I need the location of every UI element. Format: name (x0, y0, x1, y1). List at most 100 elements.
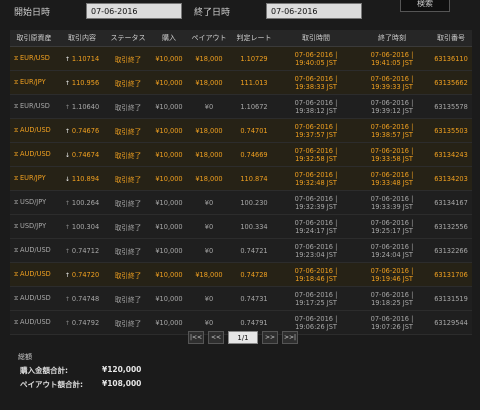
end-date-input[interactable]: 07-06-2016 (266, 3, 362, 19)
end-clock: 19:07:26 JST (371, 322, 413, 331)
end-date: 07-06-2016 | (370, 98, 414, 107)
trade-time-cell: 07-06-2016 | 19:32:39 JST (278, 190, 354, 215)
asset-cell: ⧖ AUD/USD (10, 286, 58, 311)
asset-cell: ⧖ AUD/USD (10, 238, 58, 263)
payout-cell: ¥18,000 (188, 262, 230, 287)
trade-time-cell: 07-06-2016 | 19:38:33 JST (278, 70, 354, 95)
trade-clock: 19:06:26 JST (295, 322, 337, 331)
trade-history-table-wrap: 取引原資産 取引内容 ステータス 購入 ペイアウト 判定レート 取引時間 終了時刻 取引番号 ⧖… (10, 30, 472, 335)
end-time-cell: 07-06-2016 | 19:18:25 JST (354, 286, 430, 311)
status-cell: 取引終了 (106, 262, 150, 287)
payout-cell: ¥18,000 (188, 142, 230, 167)
trade-detail-cell: ↑ 0.74792 (58, 310, 106, 335)
trade-detail-cell: ↓ 110.894 (58, 166, 106, 191)
status-cell: 取引終了 (106, 190, 150, 215)
arrow-up-icon: ↑ (64, 271, 70, 279)
table-row: ⧖ AUD/USD ↑ 0.74676 取引終了 ¥10,000 ¥18,000 0.7470… (10, 118, 472, 143)
first-page-button[interactable]: |<< (188, 331, 204, 344)
trade-time-cell: 07-06-2016 | 19:40:05 JST (278, 46, 354, 71)
asset-cell: ⧖ AUD/USD (10, 142, 58, 167)
column-header: 判定レート (230, 30, 278, 47)
asset-name: USD/JPY (20, 222, 47, 230)
trade-clock: 19:32:58 JST (295, 154, 337, 163)
trade-clock: 19:40:05 JST (295, 58, 337, 67)
payout-cell: ¥18,000 (188, 166, 230, 191)
trade-date: 07-06-2016 | (294, 146, 338, 155)
trade-date: 07-06-2016 | (294, 98, 338, 107)
column-header: 終了時刻 (354, 30, 430, 47)
status-cell: 取引終了 (106, 310, 150, 335)
page-number-input[interactable]: 1/1 (228, 331, 258, 344)
start-date-input[interactable]: 07-06-2016 (86, 3, 182, 19)
trade-id-cell: 63131706 (430, 262, 472, 287)
trade-detail-cell: ↑ 100.264 (58, 190, 106, 215)
table-row: ⧖ EUR/USD ↑ 1.10714 取引終了 ¥10,000 ¥18,000 1.1072… (10, 46, 472, 71)
status-cell: 取引終了 (106, 70, 150, 95)
status-cell: 取引終了 (106, 238, 150, 263)
closing-rate-cell: 100.334 (230, 214, 278, 239)
end-clock: 19:18:25 JST (371, 298, 413, 307)
closing-rate-cell: 0.74721 (230, 238, 278, 263)
table-row: ⧖ EUR/JPY ↑ 110.956 取引終了 ¥10,000 ¥18,000 111.01… (10, 70, 472, 95)
strike-rate: 0.74748 (71, 294, 100, 303)
trade-date: 07-06-2016 | (294, 242, 338, 251)
end-time-cell: 07-06-2016 | 19:39:33 JST (354, 70, 430, 95)
table-row: ⧖ AUD/USD ↑ 0.74748 取引終了 ¥10,000 ¥0 0.74731 07-0… (10, 286, 472, 311)
payout-cell: ¥0 (188, 94, 230, 119)
trade-clock: 19:24:17 JST (295, 226, 337, 235)
trade-clock: 19:37:57 JST (295, 130, 337, 139)
end-time-cell: 07-06-2016 | 19:41:05 JST (354, 46, 430, 71)
arrow-down-icon: ↓ (64, 151, 70, 159)
closing-rate-cell: 110.874 (230, 166, 278, 191)
asset-name: AUD/USD (20, 294, 51, 302)
purchase-cell: ¥10,000 (150, 166, 188, 191)
strike-rate: 0.74676 (71, 126, 100, 135)
search-button[interactable]: 検索 (400, 0, 450, 12)
purchase-cell: ¥10,000 (150, 70, 188, 95)
end-date: 07-06-2016 | (370, 170, 414, 179)
trade-id-cell: 63132556 (430, 214, 472, 239)
arrow-up-icon: ↑ (64, 247, 70, 255)
table-row: ⧖ AUD/USD ↑ 0.74712 取引終了 ¥10,000 ¥0 0.74721 07-0… (10, 238, 472, 263)
trade-id-cell: 63132266 (430, 238, 472, 263)
table-row: ⧖ AUD/USD ↑ 0.74720 取引終了 ¥10,000 ¥18,000 0.7472… (10, 262, 472, 287)
last-page-button[interactable]: >>| (282, 331, 298, 344)
purchase-cell: ¥10,000 (150, 118, 188, 143)
payout-cell: ¥18,000 (188, 70, 230, 95)
closing-rate-cell: 0.74728 (230, 262, 278, 287)
trade-detail-cell: ↑ 100.304 (58, 214, 106, 239)
asset-cell: ⧖ EUR/JPY (10, 166, 58, 191)
strike-rate: 100.264 (71, 198, 100, 207)
trade-id-cell: 63131519 (430, 286, 472, 311)
trade-id-cell: 63129544 (430, 310, 472, 335)
payout-total-value: ¥108,000 (102, 379, 142, 388)
table-row: ⧖ USD/JPY ↑ 100.264 取引終了 ¥10,000 ¥0 100.230 07-0… (10, 190, 472, 215)
trade-date: 07-06-2016 | (294, 50, 338, 59)
end-clock: 19:19:46 JST (371, 274, 413, 283)
prev-page-button[interactable]: << (208, 331, 224, 344)
asset-cell: ⧖ USD/JPY (10, 214, 58, 239)
trade-time-cell: 07-06-2016 | 19:18:46 JST (278, 262, 354, 287)
column-header: 購入 (150, 30, 188, 47)
asset-cell: ⧖ AUD/USD (10, 262, 58, 287)
asset-name: EUR/USD (20, 102, 50, 110)
trade-detail-cell: ↑ 0.74712 (58, 238, 106, 263)
column-header: 取引内容 (58, 30, 106, 47)
trade-detail-cell: ↑ 0.74748 (58, 286, 106, 311)
next-page-button[interactable]: >> (262, 331, 278, 344)
hourglass-icon: ⧖ (14, 55, 19, 62)
trade-detail-cell: ↑ 0.74676 (58, 118, 106, 143)
column-header: 取引原資産 (10, 30, 58, 47)
status-cell: 取引終了 (106, 214, 150, 239)
purchase-cell: ¥10,000 (150, 46, 188, 71)
payout-cell: ¥18,000 (188, 46, 230, 71)
asset-cell: ⧖ EUR/USD (10, 46, 58, 71)
hourglass-icon: ⧖ (14, 127, 19, 134)
trade-id-cell: 63136110 (430, 46, 472, 71)
end-date: 07-06-2016 | (370, 290, 414, 299)
trade-clock: 19:17:25 JST (295, 298, 337, 307)
trade-detail-cell: ↑ 110.956 (58, 70, 106, 95)
asset-name: AUD/USD (20, 126, 51, 134)
payout-cell: ¥0 (188, 214, 230, 239)
strike-rate: 0.74674 (71, 150, 100, 159)
